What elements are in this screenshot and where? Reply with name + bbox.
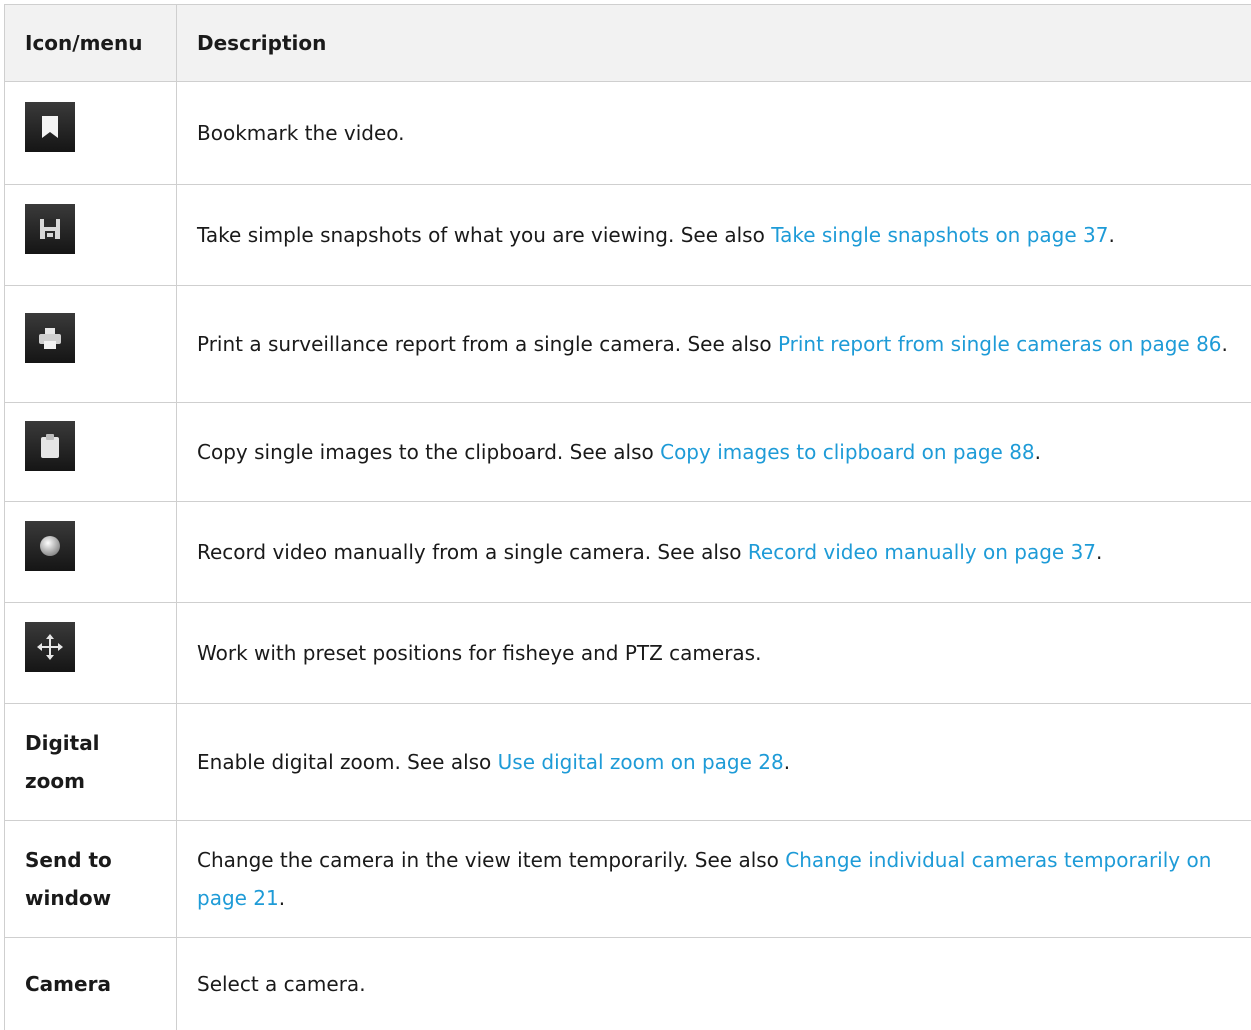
row-description: Print a surveillance report from a singl… (177, 286, 1251, 403)
row-description: Enable digital zoom. See also Use digita… (177, 704, 1251, 821)
header-description: Description (177, 5, 1251, 82)
record-icon (25, 521, 75, 571)
table-row: Bookmark the video. (5, 82, 1251, 185)
row-description: Change the camera in the view item tempo… (177, 821, 1251, 938)
menu-name-digital-zoom: Digital zoom (5, 704, 177, 821)
table-row: Take simple snapshots of what you are vi… (5, 185, 1251, 286)
table-row: Record video manually from a single came… (5, 502, 1251, 603)
table-row: Send to window Change the camera in the … (5, 821, 1251, 938)
link-record-video[interactable]: Record video manually on page 37 (748, 540, 1096, 564)
row-description: Copy single images to the clipboard. See… (177, 403, 1251, 502)
table-header-row: Icon/menu Description (5, 5, 1251, 82)
link-digital-zoom[interactable]: Use digital zoom on page 28 (498, 750, 784, 774)
table-row: Work with preset positions for fisheye a… (5, 603, 1251, 704)
row-description: Record video manually from a single came… (177, 502, 1251, 603)
menu-name-camera: Camera (5, 938, 177, 1030)
clipboard-icon (25, 421, 75, 471)
row-description: Select a camera. (177, 938, 1251, 1030)
table-row: Copy single images to the clipboard. See… (5, 403, 1251, 502)
print-icon (25, 313, 75, 363)
table-row: Digital zoom Enable digital zoom. See al… (5, 704, 1251, 821)
save-icon (25, 204, 75, 254)
ptz-move-icon (25, 622, 75, 672)
table-row: Print a surveillance report from a singl… (5, 286, 1251, 403)
bookmark-icon (25, 102, 75, 152)
row-description: Take simple snapshots of what you are vi… (177, 185, 1251, 286)
row-description: Work with preset positions for fisheye a… (177, 603, 1251, 704)
table-row: Camera Select a camera. (5, 938, 1251, 1030)
row-description: Bookmark the video. (177, 82, 1251, 185)
link-copy-images[interactable]: Copy images to clipboard on page 88 (660, 440, 1035, 464)
icon-description-table: Icon/menu Description Bookmark the video… (4, 4, 1251, 1030)
link-print-report[interactable]: Print report from single cameras on page… (778, 332, 1222, 356)
menu-name-send-to-window: Send to window (5, 821, 177, 938)
header-icon-menu: Icon/menu (5, 5, 177, 82)
link-take-single-snapshots[interactable]: Take single snapshots on page 37 (771, 223, 1108, 247)
